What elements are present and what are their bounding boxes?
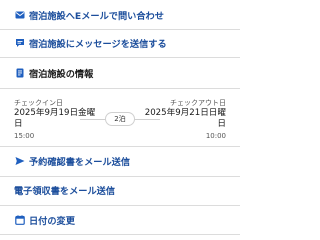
- nights-badge: 2泊: [105, 112, 135, 126]
- divider: [0, 234, 240, 235]
- checkin-date-line1: 2025年9月19日金曜: [14, 108, 96, 118]
- checkin-label: チェックイン日: [14, 99, 63, 107]
- send-icon: [14, 156, 25, 167]
- change-dates-row[interactable]: 日付の変更: [0, 212, 240, 228]
- send-confirmation-row[interactable]: 予約確認書をメール送信: [0, 153, 240, 169]
- divider: [0, 205, 240, 206]
- chat-icon: [14, 38, 25, 49]
- property-info-label: 宿泊施設の情報: [29, 69, 94, 80]
- checkout-label: チェックアウト日: [170, 99, 226, 107]
- calendar-icon: [14, 215, 25, 226]
- property-info-row[interactable]: 宿泊施設の情報: [0, 65, 240, 81]
- checkout-date-line2: 日: [217, 119, 226, 129]
- checkout-date-line1: 2025年9月21日日曜: [144, 108, 226, 118]
- checkout-time: 10:00: [205, 132, 226, 140]
- message-property-label: 宿泊施設にメッセージを送信する: [29, 39, 167, 50]
- divider: [0, 29, 240, 30]
- email-property-row[interactable]: 宿泊施設へEメールで問い合わせ: [0, 7, 240, 23]
- message-property-row[interactable]: 宿泊施設にメッセージを送信する: [0, 35, 240, 51]
- send-receipt-label: 電子領収書をメール送信: [14, 186, 116, 197]
- divider: [0, 57, 240, 58]
- divider: [0, 176, 240, 177]
- document-icon: [14, 68, 25, 79]
- email-property-label: 宿泊施設へEメールで問い合わせ: [29, 11, 164, 22]
- booking-actions-screen: 宿泊施設へEメールで問い合わせ 宿泊施設にメッセージを送信する 宿泊施設の情報 …: [0, 0, 240, 240]
- checkin-time: 15:00: [14, 132, 35, 140]
- email-icon: [14, 10, 25, 21]
- divider: [0, 146, 240, 147]
- change-dates-label: 日付の変更: [29, 216, 75, 227]
- checkin-date-line2: 日: [14, 119, 23, 129]
- send-receipt-row[interactable]: 電子領収書をメール送信: [0, 182, 240, 198]
- divider: [0, 88, 240, 89]
- send-confirmation-label: 予約確認書をメール送信: [29, 157, 131, 168]
